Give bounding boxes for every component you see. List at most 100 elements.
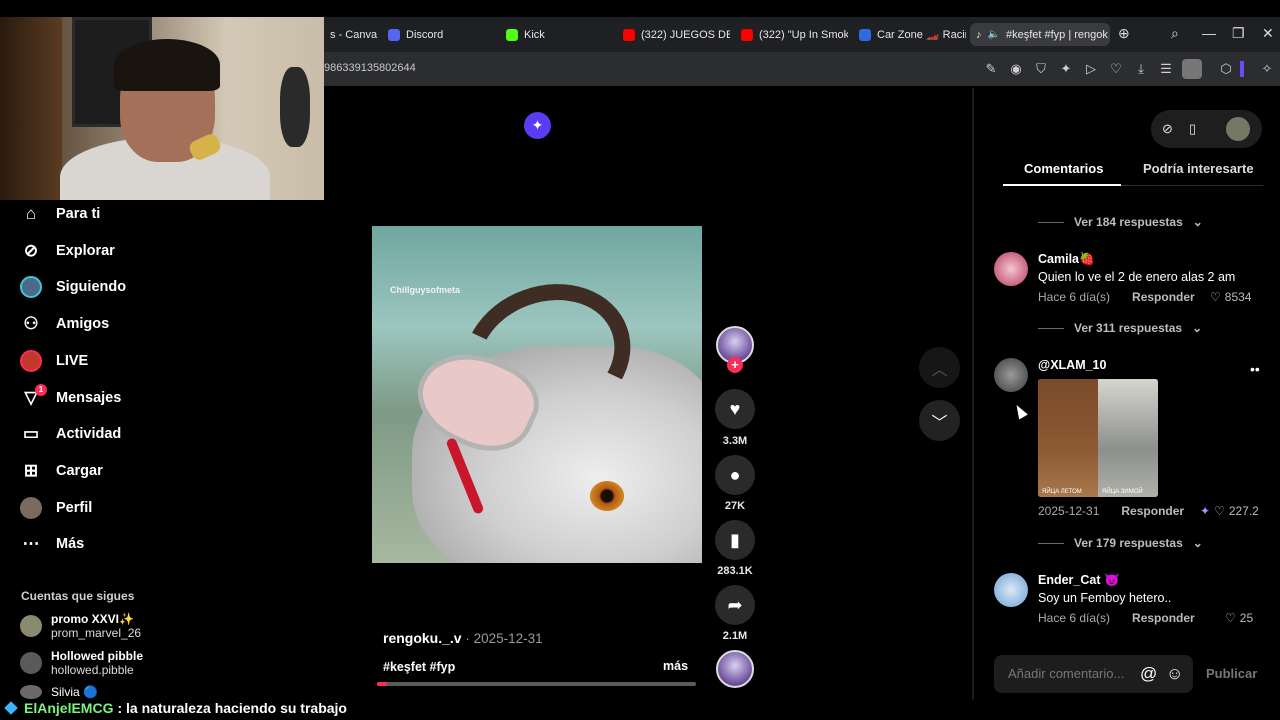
image-caption: ЯЙЦА ЛЕТОМ — [1042, 489, 1082, 495]
comment-like-button[interactable]: ♡ 8534 — [1210, 290, 1251, 304]
nav-actividad[interactable]: ▭ Actividad — [20, 419, 121, 449]
tab-canva[interactable]: s - Canva — [324, 23, 384, 46]
search-tabs-icon[interactable]: ⌕ — [1171, 25, 1179, 42]
reply-button[interactable]: Responder — [1132, 611, 1195, 625]
previous-video-button[interactable]: ︿ — [919, 347, 960, 388]
tab-youtube-1[interactable]: (322) JUEGOS DE RO — [617, 23, 730, 46]
video-hashtags[interactable]: #keşfet #fyp — [383, 660, 455, 674]
video-progress-fill — [377, 682, 387, 686]
following-account[interactable]: Silvia 🔵 — [20, 685, 98, 699]
url-text[interactable]: 986339135802644 — [324, 62, 416, 74]
compass-icon[interactable]: ⊘ — [1162, 121, 1173, 137]
comment-bubble-icon: ● — [729, 464, 741, 485]
nav-live[interactable]: LIVE — [20, 346, 88, 376]
comment-text: Soy un Femboy hetero.. — [1038, 591, 1172, 605]
unread-badge: 1 — [35, 384, 47, 396]
like-button[interactable]: ♥ — [715, 389, 755, 429]
extension-icon[interactable]: ✦ — [1058, 61, 1074, 77]
nav-perfil[interactable]: Perfil — [20, 493, 92, 523]
tab-podria-interesarte[interactable]: Podría interesarte — [1143, 161, 1254, 176]
mention-icon[interactable]: @ — [1140, 664, 1157, 684]
tab-tiktok-active[interactable]: ♪ 🔈 #keşfet #fyp | rengok — [970, 23, 1110, 46]
camera-icon[interactable]: ◉ — [1008, 61, 1024, 77]
comment-author[interactable]: @XLAM_10 — [1038, 358, 1106, 372]
tab-label: Kick — [524, 28, 545, 41]
nav-amigos[interactable]: ⚇ Amigos — [20, 309, 109, 339]
phone-icon[interactable]: ▯ — [1189, 121, 1196, 137]
save-button[interactable]: ▮ — [715, 520, 755, 560]
avatar[interactable] — [994, 573, 1028, 607]
comment-time: Hace 6 día(s) — [1038, 290, 1111, 304]
tab-youtube-2[interactable]: (322) "Up In Smoke" — [735, 23, 848, 46]
tab-kick[interactable]: Kick — [500, 23, 610, 46]
comment-item: Ender_Cat 😈 Soy un Femboy hetero.. Hace … — [994, 573, 1264, 633]
video-player[interactable]: Chillguysofmeta — [372, 226, 702, 563]
following-account[interactable]: Hollowed pibble hollowed.pibble — [20, 649, 143, 677]
share-count: 2.1M — [722, 630, 748, 642]
view-replies-button[interactable]: Ver 184 respuestas ⌄ — [1038, 215, 1203, 229]
view-replies-button[interactable]: Ver 311 respuestas ⌄ — [1038, 321, 1202, 335]
comment-image[interactable]: ЯЙЦА ЛЕТОМ ЯЙЦА ЗИМОЙ — [1038, 379, 1158, 497]
restore-icon[interactable]: ❐ — [1232, 25, 1245, 42]
comment-like-button[interactable]: ♡ 25 — [1225, 611, 1253, 625]
comment-author[interactable]: Ender_Cat 😈 — [1038, 573, 1120, 588]
view-replies-label: Ver 179 respuestas — [1074, 536, 1183, 550]
close-window-icon[interactable]: ✕ — [1262, 25, 1274, 42]
share-button[interactable]: ➦ — [715, 585, 755, 625]
new-tab-icon[interactable]: ⊕ — [1118, 25, 1130, 42]
chevron-down-icon: ⌄ — [1192, 321, 1203, 335]
edit-icon[interactable]: ✎ — [983, 61, 999, 77]
following-account[interactable]: promo XXVI✨ prom_marvel_26 — [20, 612, 141, 640]
shield-icon[interactable]: ⛉ — [1033, 61, 1049, 77]
tab-comentarios[interactable]: Comentarios — [1024, 161, 1103, 176]
follow-plus-button[interactable]: + — [727, 357, 743, 373]
nav-explorar[interactable]: ⊘ Explorar — [20, 236, 115, 266]
bloodhound-photo: ЯЙЦА ЛЕТОМ — [1038, 379, 1098, 497]
comment-meta: Hace 6 día(s) Responder — [1038, 290, 1195, 304]
nav-cargar[interactable]: ⊞ Cargar — [20, 456, 103, 486]
heart-outline-icon: ♡ — [1210, 290, 1221, 304]
profile-avatar[interactable] — [1182, 59, 1202, 79]
webcam-background-door — [0, 17, 62, 200]
comment-options-icon[interactable]: •• — [1250, 361, 1260, 377]
nav-para-ti[interactable]: ⌂ Para ti — [20, 199, 100, 229]
video-author[interactable]: rengoku._.v · 2025-12-31 — [383, 630, 543, 646]
tab-discord[interactable]: Discord — [382, 23, 492, 46]
sound-disc-avatar[interactable] — [716, 650, 754, 688]
youtube-icon — [741, 28, 753, 41]
comment-like-button[interactable]: ✦ ♡ 227.2 — [1200, 504, 1259, 518]
cube-icon[interactable]: ⬡ — [1218, 61, 1234, 77]
view-replies-label: Ver 184 respuestas — [1074, 215, 1183, 229]
minimize-icon[interactable]: — — [1202, 25, 1216, 41]
video-progress-bar[interactable] — [377, 682, 696, 686]
reply-button[interactable]: Responder — [1121, 504, 1184, 518]
tab-car-zone[interactable]: Car Zone 🏎️ Racing — [853, 23, 966, 46]
more-button[interactable]: más — [663, 659, 688, 673]
nav-mensajes[interactable]: ▽ 1 Mensajes — [20, 383, 121, 413]
heart-outline-icon[interactable]: ♡ — [1108, 61, 1124, 77]
author-name[interactable]: rengoku._.v — [383, 630, 462, 646]
avatar[interactable] — [994, 252, 1028, 286]
reply-button[interactable]: Responder — [1132, 290, 1195, 304]
download-icon[interactable]: ⤓ — [1133, 61, 1149, 77]
like-count: 3.3M — [722, 435, 748, 447]
comment-input[interactable]: Añadir comentario... @ ☺ — [994, 655, 1193, 693]
avatar[interactable] — [994, 358, 1028, 392]
comment-button[interactable]: ● — [715, 455, 755, 495]
view-replies-button[interactable]: Ver 179 respuestas ⌄ — [1038, 536, 1203, 550]
ai-sparkle-button[interactable]: ✦ — [524, 112, 551, 139]
publish-button[interactable]: Publicar — [1206, 666, 1257, 681]
youtube-icon — [623, 28, 635, 41]
tab-label: #keşfet #fyp | rengok — [1005, 28, 1108, 41]
comment-author[interactable]: Camila🍓 — [1038, 252, 1095, 267]
ai-assistant-icon[interactable]: ✧ — [1254, 61, 1280, 77]
next-video-button[interactable]: ﹀ — [919, 400, 960, 441]
nav-siguiendo[interactable]: Siguiendo — [20, 272, 126, 302]
upload-icon: ⊞ — [23, 461, 39, 480]
emoji-icon[interactable]: ☺ — [1166, 664, 1183, 684]
play-icon[interactable]: ▷ — [1083, 61, 1099, 77]
avatar[interactable] — [1226, 117, 1250, 141]
nav-mas[interactable]: ⋯ Más — [20, 529, 85, 559]
menu-icon[interactable]: ☰ — [1158, 61, 1174, 77]
nav-label: Para ti — [56, 206, 101, 222]
